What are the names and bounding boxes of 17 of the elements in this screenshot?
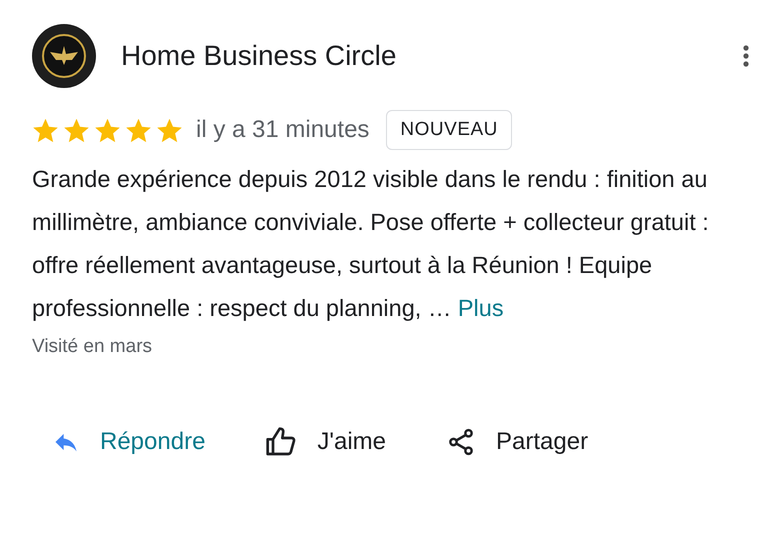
logo-icon	[32, 24, 96, 88]
more-link[interactable]: Plus	[458, 295, 504, 321]
star-icon	[156, 116, 183, 144]
star-icon	[32, 116, 59, 144]
author-name: Home Business Circle	[121, 40, 398, 72]
thumbs-up-icon	[265, 426, 298, 458]
review-text: Grande expérience depuis 2012 visible dans le rendu : finition au millimètre, ambiance conviviale. Pose offerte + collecteur gratuit : offre réellement avantageuse, surtout à la Réunion ! Equipe professionnelle : respect du planning, … Plus	[32, 165, 710, 323]
reply-button[interactable]: Répondre	[52, 426, 206, 458]
new-badge: NOUVEAU	[386, 110, 512, 150]
like-button[interactable]: J'aime	[265, 426, 386, 458]
more-icon[interactable]	[743, 45, 749, 67]
review-time: il y a 31 minutes	[196, 116, 370, 144]
visit-date: Visité en mars	[32, 336, 154, 358]
share-button[interactable]: Partager	[446, 426, 588, 458]
star-icon	[94, 116, 121, 144]
star-icon	[125, 116, 152, 144]
star-icon	[63, 116, 90, 144]
